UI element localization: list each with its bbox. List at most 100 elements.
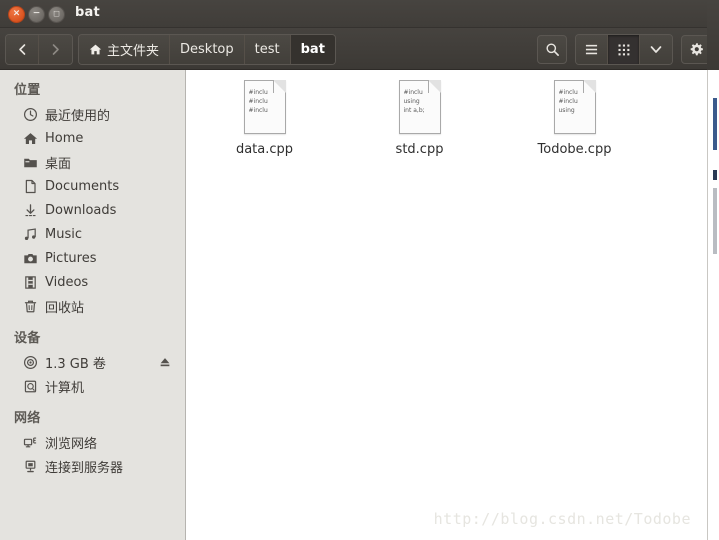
- window-title: bat: [75, 5, 100, 20]
- cpp-file-icon: #inclu #inclu using: [553, 80, 596, 134]
- computer-icon: [22, 378, 38, 394]
- chevron-down-icon: [650, 46, 662, 53]
- file-name-label: std.cpp: [395, 142, 444, 157]
- titlebar: × − □ bat: [0, 0, 719, 28]
- home-icon: [89, 43, 102, 56]
- background-scrollbar-segment: [713, 98, 717, 150]
- file-grid: #inclu #inclu #inclu data.cpp #inclu usi…: [187, 76, 707, 157]
- maximize-icon: □: [53, 9, 60, 18]
- sidebar-item-computer[interactable]: 计算机: [0, 374, 185, 398]
- gear-icon: [690, 43, 703, 56]
- document-icon: [22, 178, 38, 194]
- cpp-file-icon: #inclu #inclu #inclu: [243, 80, 286, 134]
- sidebar-item-label: 1.3 GB 卷: [45, 356, 106, 372]
- file-item-todobe-cpp[interactable]: #inclu #inclu using Todobe.cpp: [497, 76, 652, 157]
- breadcrumb-item-home[interactable]: 主文件夹: [79, 35, 171, 64]
- search-icon: [545, 43, 559, 56]
- sidebar-item-label: Downloads: [45, 202, 117, 218]
- sidebar-section-devices-title: 设备: [14, 331, 41, 346]
- breadcrumb-label: test: [254, 42, 280, 57]
- sidebar-item-label: Music: [45, 226, 82, 242]
- film-icon: [22, 274, 38, 290]
- right-edge-toolbar-extension: [707, 0, 719, 70]
- breadcrumb-item-desktop[interactable]: Desktop: [170, 35, 245, 64]
- back-button[interactable]: [6, 35, 39, 64]
- file-item-data-cpp[interactable]: #inclu #inclu #inclu data.cpp: [187, 76, 342, 157]
- background-window-sliver: [707, 70, 719, 540]
- forward-button[interactable]: [39, 35, 72, 64]
- navigation-buttons: [5, 34, 73, 65]
- sidebar-item-label: Pictures: [45, 250, 97, 266]
- grid-view-icon: [618, 44, 629, 55]
- background-scrollbar-segment: [713, 170, 717, 180]
- sidebar-item-music[interactable]: Music: [0, 222, 185, 246]
- window-controls: × − □: [8, 6, 65, 23]
- list-view-button[interactable]: [576, 35, 608, 64]
- sidebar-item-label: 桌面: [45, 156, 72, 172]
- cpp-file-icon: #inclu using int a,b;: [398, 80, 441, 134]
- maximize-button[interactable]: □: [48, 6, 65, 23]
- sidebar-item-documents[interactable]: Documents: [0, 174, 185, 198]
- sidebar-item-downloads[interactable]: Downloads: [0, 198, 185, 222]
- file-manager-window: × − □ bat 主文件夹 Desktop test bat 位置 最近使用的…: [0, 0, 719, 540]
- breadcrumb-label: 主文件夹: [107, 44, 160, 59]
- breadcrumb-label: bat: [300, 42, 325, 57]
- sidebar-item-label: 最近使用的: [45, 108, 111, 124]
- close-button[interactable]: ×: [8, 6, 25, 23]
- page-fold-line: [427, 80, 441, 93]
- grid-view-button[interactable]: [608, 35, 640, 64]
- trash-icon: [22, 298, 38, 314]
- clock-icon: [22, 106, 38, 122]
- view-mode-group: [575, 34, 673, 65]
- page-fold-line: [582, 80, 596, 93]
- breadcrumb-label: Desktop: [180, 42, 234, 57]
- sidebar-item-label: 回收站: [45, 300, 85, 316]
- close-icon: ×: [12, 8, 21, 19]
- sidebar[interactable]: 位置 最近使用的 Home 桌面 Documents Downloads Mus…: [0, 70, 186, 540]
- preview-line: #inclu: [558, 98, 578, 105]
- sidebar-section-places-title: 位置: [14, 83, 41, 98]
- sidebar-item-connect-to-server[interactable]: 连接到服务器: [0, 454, 185, 478]
- preview-line: #inclu: [248, 107, 268, 114]
- background-scrollbar-segment: [713, 188, 717, 254]
- sidebar-item-videos[interactable]: Videos: [0, 270, 185, 294]
- list-view-icon: [585, 44, 598, 55]
- sidebar-item-browse-network[interactable]: 浏览网络: [0, 430, 185, 454]
- sidebar-item-volume[interactable]: 1.3 GB 卷: [0, 350, 185, 374]
- chevron-left-icon: [18, 44, 25, 55]
- server-icon: [22, 458, 38, 474]
- breadcrumb-item-bat[interactable]: bat: [290, 35, 335, 64]
- toolbar-right-tools: [537, 34, 711, 65]
- sidebar-item-label: 浏览网络: [45, 436, 98, 452]
- view-options-dropdown-button[interactable]: [640, 35, 672, 64]
- sidebar-item-label: Videos: [45, 274, 89, 290]
- file-name-label: data.cpp: [235, 142, 294, 157]
- minimize-icon: −: [32, 8, 41, 19]
- sidebar-item-recent[interactable]: 最近使用的: [0, 102, 185, 126]
- sidebar-item-label: Home: [45, 130, 84, 146]
- preview-line: int a,b;: [403, 107, 425, 114]
- network-icon: [22, 434, 38, 450]
- sidebar-item-pictures[interactable]: Pictures: [0, 246, 185, 270]
- breadcrumb-item-test[interactable]: test: [244, 35, 291, 64]
- sidebar-item-trash[interactable]: 回收站: [0, 294, 185, 318]
- toolbar: 主文件夹 Desktop test bat: [0, 28, 719, 70]
- sidebar-item-desktop[interactable]: 桌面: [0, 150, 185, 174]
- chevron-right-icon: [52, 44, 59, 55]
- camera-icon: [22, 250, 38, 266]
- file-list-view[interactable]: #inclu #inclu #inclu data.cpp #inclu usi…: [187, 70, 707, 540]
- eject-icon[interactable]: [157, 354, 173, 370]
- sidebar-item-label: 连接到服务器: [45, 460, 124, 476]
- watermark-text: http://blog.csdn.net/Todobe: [433, 510, 691, 528]
- preview-line: #inclu: [248, 98, 268, 105]
- search-button[interactable]: [537, 35, 567, 64]
- minimize-button[interactable]: −: [28, 6, 45, 23]
- breadcrumb: 主文件夹 Desktop test bat: [78, 34, 336, 65]
- disc-icon: [22, 354, 38, 370]
- sidebar-item-label: 计算机: [45, 380, 85, 396]
- file-item-std-cpp[interactable]: #inclu using int a,b; std.cpp: [342, 76, 497, 157]
- file-name-label: Todobe.cpp: [537, 142, 612, 157]
- download-icon: [22, 202, 38, 218]
- home-icon: [22, 130, 38, 146]
- sidebar-item-home[interactable]: Home: [0, 126, 185, 150]
